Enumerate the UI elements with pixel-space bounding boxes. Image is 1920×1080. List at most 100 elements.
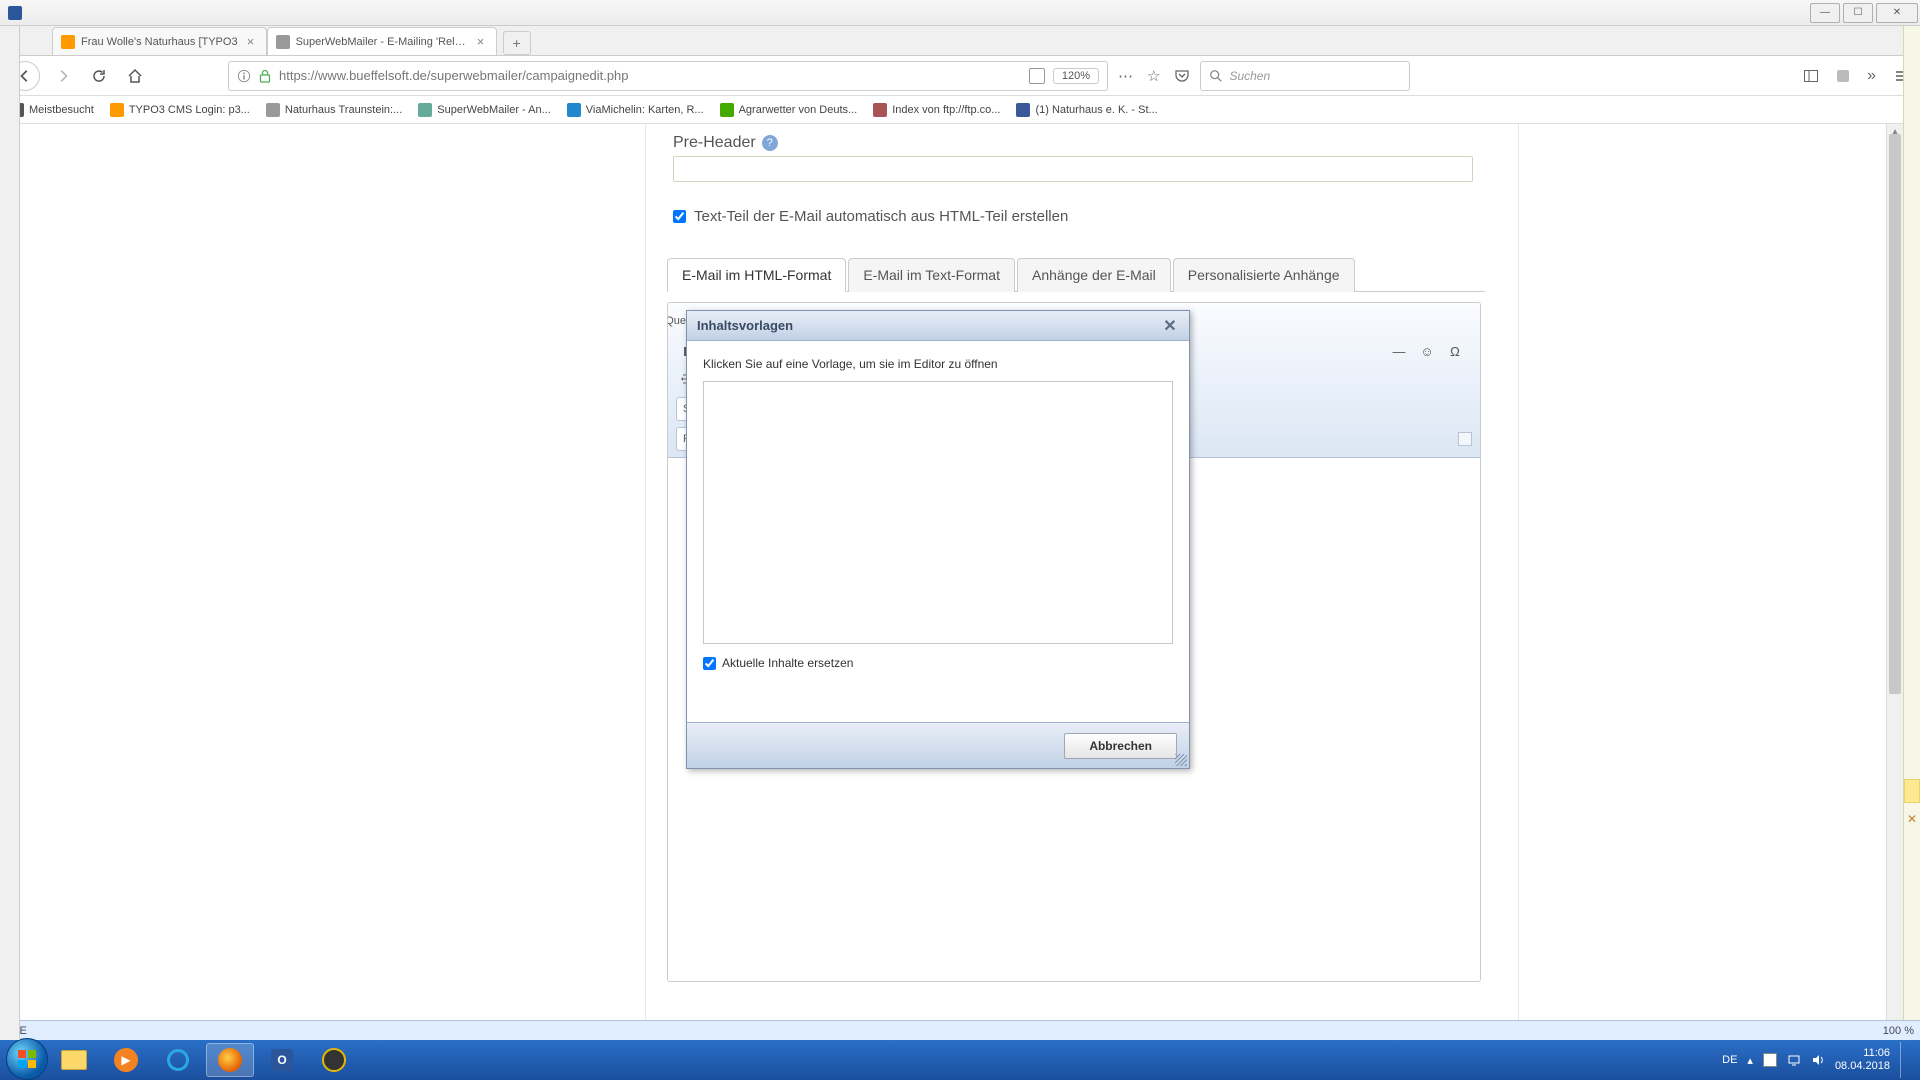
site-icon (720, 103, 734, 117)
volume-icon[interactable] (1811, 1053, 1825, 1067)
show-desktop-button[interactable] (1900, 1042, 1908, 1078)
site-icon (567, 103, 581, 117)
emoji-icon[interactable]: ☺ (1415, 339, 1439, 363)
taskbar-mediaplayer[interactable]: ▶ (102, 1043, 150, 1077)
firefox-icon (218, 1048, 242, 1072)
sidebar-icon[interactable] (1803, 68, 1819, 84)
bookmark-item[interactable]: Index von ftp://ftp.co... (873, 103, 1000, 117)
info-icon[interactable] (237, 69, 251, 83)
app-icon (322, 1048, 346, 1072)
flag-icon[interactable] (1763, 1053, 1777, 1067)
template-list[interactable] (703, 381, 1173, 644)
tab-close-icon[interactable]: × (244, 35, 258, 49)
editor-tab-attachments[interactable]: Anhänge der E-Mail (1017, 258, 1171, 292)
network-icon[interactable] (1787, 1053, 1801, 1067)
bookmark-item[interactable]: ViaMichelin: Karten, R... (567, 103, 704, 117)
reload-button[interactable] (86, 63, 112, 89)
vertical-scrollbar[interactable]: ▴ ▾ (1886, 124, 1903, 1040)
replace-content-label: Aktuelle Inhalte ersetzen (722, 656, 853, 670)
taskbar-ie[interactable] (154, 1043, 202, 1077)
window-close-button[interactable]: ✕ (1876, 3, 1918, 23)
preheader-input[interactable] (673, 156, 1473, 182)
collapse-toolbar-icon[interactable] (1458, 432, 1472, 446)
bookmark-item[interactable]: (1) Naturhaus e. K. - St... (1016, 103, 1157, 117)
search-icon (1209, 69, 1223, 83)
help-icon[interactable]: ? (762, 135, 778, 151)
tray-up-icon[interactable]: ▴ (1747, 1054, 1753, 1067)
hr-icon[interactable]: ― (1387, 339, 1411, 363)
replace-content-checkbox[interactable] (703, 657, 716, 670)
search-bar[interactable]: Suchen (1200, 61, 1410, 91)
scroll-thumb[interactable] (1889, 134, 1901, 694)
dialog-instruction: Klicken Sie auf eine Vorlage, um sie im … (703, 357, 1173, 371)
browser-tab-0[interactable]: Frau Wolle's Naturhaus [TYPO3 × (52, 27, 267, 55)
right-panel-strip: ✕ (1903, 26, 1920, 1040)
notification-close-icon[interactable]: ✕ (1904, 812, 1920, 826)
left-app-strip (0, 26, 20, 1040)
more-actions-icon[interactable]: ⋯ (1118, 67, 1133, 85)
folder-icon (61, 1050, 87, 1070)
dialog-close-button[interactable]: ✕ (1161, 317, 1179, 335)
forward-button[interactable] (50, 63, 76, 89)
ie-icon (165, 1047, 192, 1074)
taskbar-firefox[interactable] (206, 1043, 254, 1077)
clock-time: 11:06 (1835, 1047, 1890, 1060)
bookmark-item[interactable]: Naturhaus Traunstein:... (266, 103, 402, 117)
browser-tab-strip: Frau Wolle's Naturhaus [TYPO3 × SuperWeb… (0, 26, 1920, 56)
typo3-icon (110, 103, 124, 117)
cancel-button[interactable]: Abbrechen (1064, 733, 1177, 759)
library-icon[interactable] (1837, 70, 1849, 82)
overflow-icon[interactable]: » (1867, 67, 1876, 85)
outlook-badge (8, 6, 22, 20)
play-icon: ▶ (114, 1048, 138, 1072)
templates-dialog: Inhaltsvorlagen ✕ Klicken Sie auf eine V… (686, 310, 1190, 769)
editor-tab-text[interactable]: E-Mail im Text-Format (848, 258, 1015, 292)
bookmarks-bar: Meistbesucht TYPO3 CMS Login: p3... Natu… (0, 96, 1920, 124)
taskbar-clock[interactable]: 11:06 08.04.2018 (1835, 1047, 1890, 1073)
site-icon (266, 103, 280, 117)
reader-mode-icon[interactable] (1029, 68, 1045, 84)
taskbar-explorer[interactable] (50, 1043, 98, 1077)
zoom-badge[interactable]: 120% (1053, 68, 1099, 84)
outlook-icon: O (271, 1049, 293, 1071)
editor-tab-html[interactable]: E-Mail im HTML-Format (667, 258, 846, 292)
new-tab-button[interactable]: + (503, 31, 531, 55)
dialog-titlebar[interactable]: Inhaltsvorlagen ✕ (687, 311, 1189, 341)
site-icon (873, 103, 887, 117)
resize-grip-icon[interactable] (1175, 754, 1187, 766)
browser-toolbar: https://www.bueffelsoft.de/superwebmaile… (0, 56, 1920, 96)
window-titlebar: — ☐ ✕ (0, 0, 1920, 26)
notification-badge[interactable] (1904, 779, 1920, 803)
home-button[interactable] (122, 63, 148, 89)
pocket-icon[interactable] (1174, 68, 1190, 84)
dialog-title: Inhaltsvorlagen (697, 318, 793, 333)
star-bookmark-icon[interactable]: ☆ (1147, 67, 1160, 85)
tab-close-icon[interactable]: × (474, 35, 488, 49)
site-icon (418, 103, 432, 117)
editor-tabstrip: E-Mail im HTML-Format E-Mail im Text-For… (667, 257, 1485, 292)
special-char-icon[interactable]: Ω (1443, 339, 1467, 363)
taskbar-outlook[interactable]: O (258, 1043, 306, 1077)
taskbar-tray: DE ▴ 11:06 08.04.2018 (1722, 1042, 1914, 1078)
window-minimize-button[interactable]: — (1810, 3, 1840, 23)
browser-tab-1[interactable]: SuperWebMailer - E-Mailing 'Relax' × (267, 27, 497, 55)
language-indicator[interactable]: DE (1722, 1054, 1737, 1066)
statusbar-zoom: 100 % (1883, 1025, 1914, 1037)
editor-tab-personalized[interactable]: Personalisierte Anhänge (1173, 258, 1355, 292)
bookmark-item[interactable]: Agrarwetter von Deuts... (720, 103, 858, 117)
clock-date: 08.04.2018 (1835, 1060, 1890, 1073)
taskbar-app[interactable] (310, 1043, 358, 1077)
favicon-icon (276, 35, 290, 49)
auto-text-checkbox[interactable] (673, 210, 686, 223)
search-placeholder: Suchen (1229, 69, 1270, 83)
url-bar[interactable]: https://www.bueffelsoft.de/superwebmaile… (228, 61, 1108, 91)
window-maximize-button[interactable]: ☐ (1843, 3, 1873, 23)
bookmark-item[interactable]: SuperWebMailer - An... (418, 103, 551, 117)
bookmark-item[interactable]: Meistbesucht (10, 103, 94, 117)
preheader-label: Pre-Header (673, 134, 756, 152)
start-button[interactable] (6, 1038, 48, 1080)
bookmark-item[interactable]: TYPO3 CMS Login: p3... (110, 103, 250, 117)
tab-title: Frau Wolle's Naturhaus [TYPO3 (81, 36, 238, 48)
lock-icon[interactable] (259, 69, 271, 83)
windows-taskbar: ▶ O DE ▴ 11:06 08.04.2018 (0, 1040, 1920, 1080)
